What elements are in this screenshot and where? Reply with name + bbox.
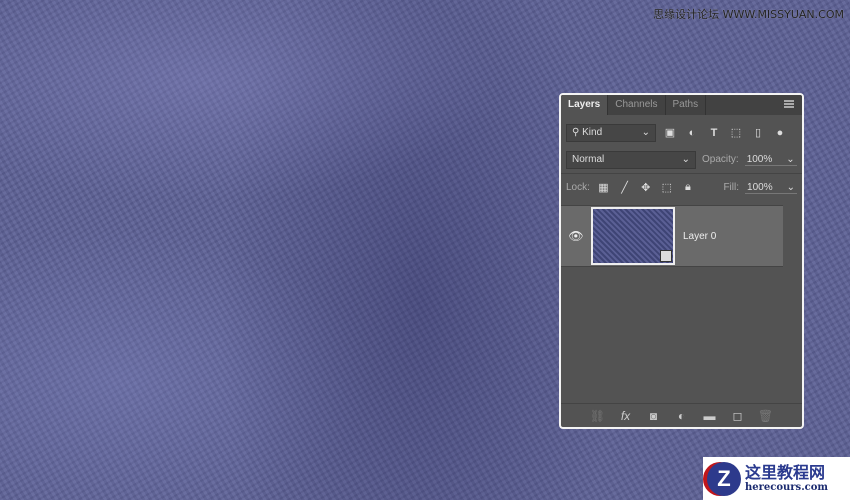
fill-field[interactable]: 100% ⌄ — [745, 182, 797, 194]
lock-artboard-icon[interactable]: ⬚ — [659, 181, 674, 194]
link-layers-icon[interactable]: ⛓ — [590, 409, 606, 423]
opacity-value: 100% — [746, 153, 773, 165]
layers-panel: Layers Channels Paths ⚲ Kind ⌄ ▣ ◐ T ⬚ ▯ … — [559, 93, 804, 429]
layer-name[interactable]: Layer 0 — [683, 231, 716, 242]
shape-filter-icon[interactable]: ⬚ — [728, 126, 744, 139]
panel-menu-icon[interactable] — [784, 100, 794, 108]
logo-emblem: Z — [707, 461, 741, 496]
fx-icon[interactable]: fx — [618, 409, 634, 423]
chevron-down-icon: ⌄ — [641, 127, 650, 138]
eye-icon[interactable]: 👁︎ — [561, 229, 591, 243]
tab-channels[interactable]: Channels — [608, 95, 666, 115]
new-group-icon[interactable]: ▬ — [702, 409, 718, 423]
filter-kind-label: Kind — [582, 127, 603, 138]
blend-mode-value: Normal — [572, 154, 605, 165]
smart-object-icon — [660, 250, 672, 262]
panel-footer: ⛓ fx ◙ ◐ ▬ ◻ 🗑︎ — [561, 403, 802, 427]
logo-url: herecours.com — [745, 481, 829, 493]
opacity-field[interactable]: 100% ⌄ — [744, 153, 797, 166]
logo-title: 这里教程网 — [745, 463, 826, 483]
watermark: 思缘设计论坛 WWW.MISSYUAN.COM — [653, 8, 844, 21]
fill-label: Fill: — [723, 182, 740, 193]
opacity-label: Opacity: — [702, 154, 739, 165]
layer-thumbnail — [591, 207, 675, 265]
filter-kind-select[interactable]: ⚲ Kind ⌄ — [566, 123, 656, 142]
site-logo: Z 这里教程网 herecours.com — [703, 457, 850, 500]
filter-toggle[interactable]: ● — [772, 127, 788, 139]
chevron-down-icon: ⌄ — [786, 181, 795, 193]
lock-position-icon[interactable]: ✥ — [638, 181, 653, 194]
smart-object-filter-icon[interactable]: ▯ — [750, 126, 766, 139]
trash-icon[interactable]: 🗑︎ — [758, 409, 774, 423]
blend-mode-select[interactable]: Normal ⌄ — [566, 150, 696, 169]
adjustment-filter-icon[interactable]: ◐ — [684, 127, 700, 139]
type-filter-icon[interactable]: T — [706, 127, 722, 139]
layer-row[interactable]: 👁︎ Layer 0 — [561, 205, 783, 267]
new-layer-icon[interactable]: ◻ — [730, 409, 746, 423]
chevron-down-icon: ⌄ — [681, 154, 690, 165]
tab-paths[interactable]: Paths — [666, 95, 707, 115]
lock-all-icon[interactable]: 🔒︎ — [680, 181, 695, 194]
search-icon: ⚲ — [572, 127, 583, 138]
tab-layers[interactable]: Layers — [561, 95, 609, 115]
lock-label: Lock: — [566, 182, 590, 193]
pixel-filter-icon[interactable]: ▣ — [662, 126, 678, 139]
panel-tabs: Layers Channels Paths — [561, 95, 802, 115]
fill-value: 100% — [747, 181, 773, 193]
chevron-down-icon: ⌄ — [786, 153, 795, 165]
new-adjustment-layer-icon[interactable]: ◐ — [674, 409, 690, 423]
add-mask-icon[interactable]: ◙ — [646, 409, 662, 423]
lock-paint-icon[interactable]: ╱ — [617, 181, 632, 194]
lock-transparency-icon[interactable]: ▦ — [596, 181, 611, 194]
